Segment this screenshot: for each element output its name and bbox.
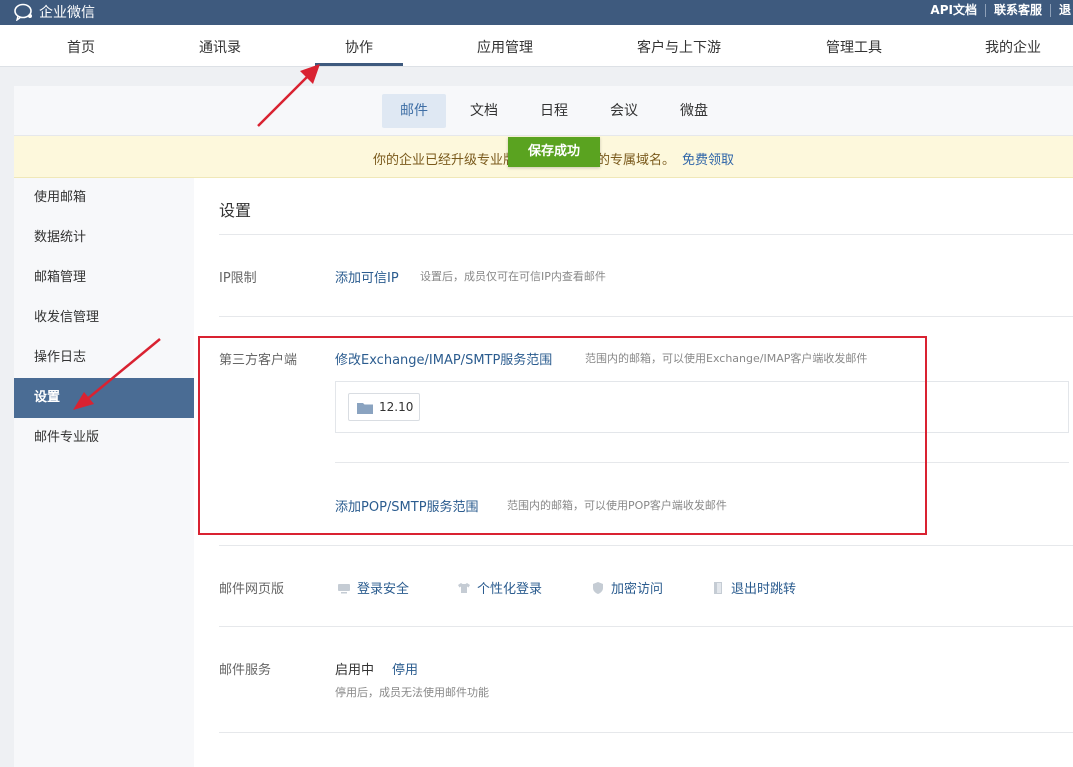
save-success-toast: 保存成功: [508, 137, 600, 167]
folder-icon: [357, 403, 373, 414]
sidebar-item-send-receive[interactable]: 收发信管理: [14, 298, 194, 338]
encrypted-access-link[interactable]: 加密访问: [591, 578, 663, 597]
notice-text-after: 的专属域名。: [597, 153, 676, 168]
main-panel: 邮件 文档 日程 会议 微盘 你的企业已经升级专业版 的专属域名。 免费领取 保…: [14, 86, 1073, 767]
sidebar-item-settings[interactable]: 设置: [14, 378, 194, 418]
sidebar: 使用邮箱 数据统计 邮箱管理 收发信管理 操作日志 设置 邮件专业版: [14, 178, 194, 767]
nav-contacts[interactable]: 通讯录: [199, 37, 241, 57]
add-pop-smtp-link[interactable]: 添加POP/SMTP服务范围: [335, 496, 479, 515]
exchange-scope-box: 12.10: [335, 381, 1069, 433]
department-chip-label: 12.10: [379, 400, 414, 414]
nav-management-tools[interactable]: 管理工具: [826, 37, 882, 57]
nav-collaboration[interactable]: 协作: [345, 37, 373, 57]
login-security-label: 登录安全: [357, 582, 410, 597]
third-party-label: 第三方客户端: [219, 353, 298, 368]
custom-login-label: 个性化登录: [477, 582, 543, 597]
nav-active-indicator: [315, 63, 403, 66]
tab-meeting[interactable]: 会议: [592, 94, 656, 128]
tab-mail[interactable]: 邮件: [382, 94, 446, 128]
sidebar-item-use-mailbox[interactable]: 使用邮箱: [14, 178, 194, 218]
divider: [219, 626, 1073, 627]
web-label: 邮件网页版: [219, 582, 285, 597]
tab-docs[interactable]: 文档: [452, 94, 516, 128]
nav-app-management[interactable]: 应用管理: [477, 37, 533, 57]
tab-calendar[interactable]: 日程: [522, 94, 586, 128]
shirt-icon: [458, 582, 470, 593]
add-trusted-ip-link[interactable]: 添加可信IP: [335, 267, 399, 286]
logout-link[interactable]: 退: [1051, 4, 1073, 17]
divider: [219, 545, 1073, 546]
logout-redirect-link[interactable]: 退出时跳转: [711, 578, 796, 597]
divider: [219, 316, 1073, 317]
settings-content: 设置 IP限制 添加可信IP 设置后，成员仅可在可信IP内查看邮件 第三方客户端…: [219, 178, 1073, 767]
logout-redirect-label: 退出时跳转: [731, 582, 797, 597]
service-label: 邮件服务: [219, 663, 272, 678]
divider: [335, 462, 1069, 463]
shield-icon: [593, 581, 603, 594]
service-status: 启用中: [335, 663, 375, 678]
sidebar-item-logs[interactable]: 操作日志: [14, 338, 194, 378]
main-nav: 首页 通讯录 协作 应用管理 客户与上下游 管理工具 我的企业: [0, 25, 1073, 67]
login-security-link[interactable]: 登录安全: [337, 578, 409, 597]
nav-customers[interactable]: 客户与上下游: [637, 37, 721, 57]
ip-desc: 设置后，成员仅可在可信IP内查看邮件: [420, 270, 606, 283]
sidebar-item-statistics[interactable]: 数据统计: [14, 218, 194, 258]
claim-free-link[interactable]: 免费领取: [682, 149, 734, 168]
tab-drive[interactable]: 微盘: [662, 94, 726, 128]
nav-home[interactable]: 首页: [67, 37, 95, 57]
service-desc: 停用后，成员无法使用邮件功能: [335, 686, 489, 699]
encrypted-access-label: 加密访问: [611, 582, 664, 597]
api-docs-link[interactable]: API文档: [922, 4, 986, 17]
door-icon: [714, 581, 722, 594]
nav-my-enterprise[interactable]: 我的企业: [985, 37, 1041, 57]
sidebar-item-pro[interactable]: 邮件专业版: [14, 418, 194, 458]
edit-exchange-imap-link[interactable]: 修改Exchange/IMAP/SMTP服务范围: [335, 349, 552, 368]
contact-support-link[interactable]: 联系客服: [986, 4, 1051, 17]
top-bar: 企业微信 API文档 联系客服 退: [0, 0, 1073, 25]
monitor-icon: [338, 583, 350, 593]
notice-text-before: 你的企业已经升级专业版: [373, 153, 517, 168]
sidebar-item-mailbox-management[interactable]: 邮箱管理: [14, 258, 194, 298]
divider: [219, 732, 1073, 733]
exchange-desc: 范围内的邮箱，可以使用Exchange/IMAP客户端收发邮件: [585, 352, 868, 365]
custom-login-link[interactable]: 个性化登录: [457, 578, 542, 597]
page-title: 设置: [219, 201, 252, 220]
wecom-logo-icon: [14, 3, 32, 21]
app-name: 企业微信: [39, 5, 95, 21]
top-links: API文档 联系客服 退: [922, 4, 1073, 17]
pop-desc: 范围内的邮箱，可以使用POP客户端收发邮件: [507, 499, 727, 512]
app-logo[interactable]: 企业微信: [14, 2, 95, 22]
disable-service-link[interactable]: 停用: [392, 659, 418, 678]
sub-nav: 邮件 文档 日程 会议 微盘: [14, 86, 1073, 136]
department-chip[interactable]: 12.10: [348, 393, 420, 421]
divider: [219, 234, 1073, 235]
ip-label: IP限制: [219, 271, 257, 286]
